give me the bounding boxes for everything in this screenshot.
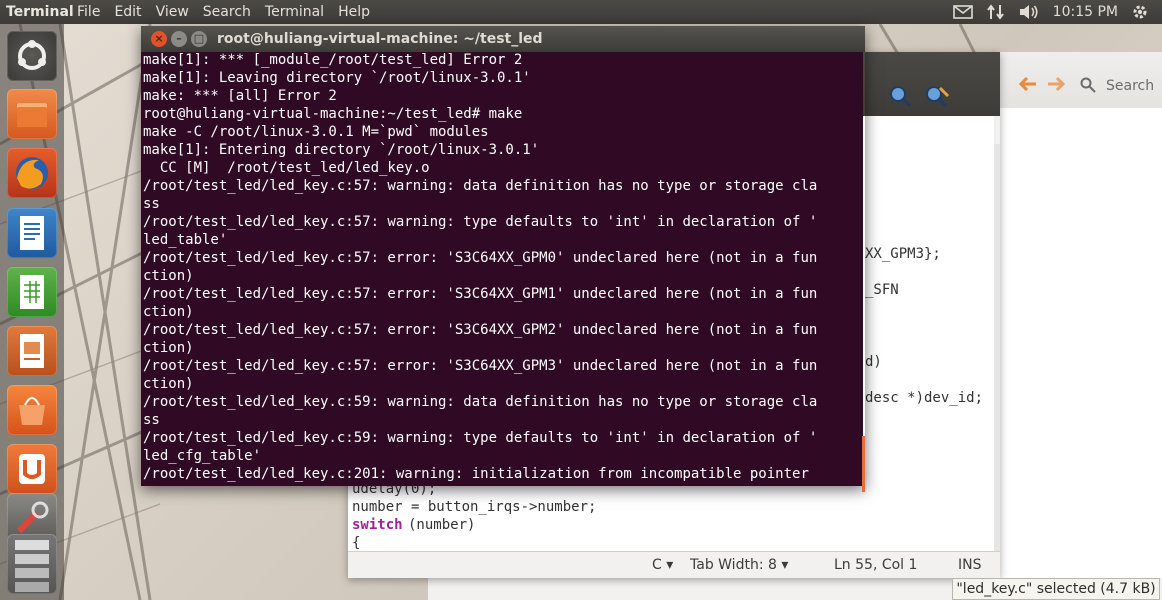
terminal-line: ction) [143,268,194,284]
terminal-scrollbar[interactable] [862,436,865,492]
menu-file[interactable]: File [70,0,107,24]
network-arrows-icon[interactable] [986,4,1005,20]
code-line: { [352,535,361,551]
volume-icon[interactable] [1019,4,1039,20]
code-line: desc *)dev_id; [865,390,984,406]
terminal-line: led_table' [143,232,228,248]
editor-scrollbar[interactable] [994,144,1000,552]
ubuntu-one-icon[interactable] [7,444,57,494]
terminal-line: CC [M] /root/test_led/led_key.o [143,160,430,176]
code-line: (number) [408,517,476,533]
terminal-line: ction) [143,376,194,392]
app-title: Terminal [6,4,74,20]
software-center-icon[interactable] [7,385,57,435]
code-line: number = button_irqs->number; [352,499,597,515]
top-panel: Terminal File Edit View Search Terminal … [0,0,1162,24]
launcher [0,24,64,600]
terminal-line: make[1]: Entering directory `/root/linux… [143,142,540,158]
terminal-line: /root/test_led/led_key.c:57: warning: da… [143,178,818,194]
language-label: C [652,557,662,573]
clock[interactable]: 10:15 PM [1053,0,1118,24]
keyword-switch: switch [352,517,403,533]
terminal-line: make[1]: *** [_module_/root/test_led] Er… [143,52,523,68]
mail-icon[interactable] [952,5,973,19]
workspaces-icon[interactable] [7,534,57,594]
file-manager-content [1000,108,1162,578]
terminal-line: /root/test_led/led_key.c:59: warning: ty… [143,430,818,446]
terminal-line: ction) [143,340,194,356]
find-icon[interactable] [888,84,912,112]
search-icon[interactable] [1080,77,1096,97]
menu-terminal[interactable]: Terminal [258,0,331,24]
terminal-line: /root/test_led/led_key.c:201: warning: i… [143,466,809,482]
terminal-line: ss [143,412,160,428]
menu-view[interactable]: View [149,0,196,24]
impress-icon[interactable] [7,326,57,376]
ubuntu-dash-icon[interactable] [7,31,57,81]
terminal-title: root@huliang-virtual-machine: ~/test_led [217,31,543,47]
selection-status-tooltip: "led_key.c" selected (4.7 kB) [952,578,1160,600]
find-replace-icon[interactable] [924,84,950,112]
terminal-line: make: *** [all] Error 2 [143,88,337,104]
gear-icon[interactable] [1132,4,1148,20]
close-icon[interactable]: × [151,31,167,47]
maximize-icon[interactable]: □ [191,31,207,47]
editor-statusbar: C ▾ Tab Width: 8 ▾ Ln 55, Col 1 INS [348,551,1000,578]
terminal-line: make -C /root/linux-3.0.1 M=`pwd` module… [143,124,489,140]
menu-help[interactable]: Help [331,0,377,24]
tab-width-selector[interactable]: Tab Width: 8 ▾ [690,552,788,578]
forward-arrow-icon[interactable] [1046,76,1066,96]
calc-icon[interactable] [7,267,57,317]
language-selector[interactable]: C ▾ [652,552,673,578]
terminal-line: /root/test_led/led_key.c:57: warning: ty… [143,214,818,230]
code-line: d) [865,354,882,370]
terminal-line: led_cfg_table' [143,448,262,464]
file-manager-toolbar: Search [1000,52,1162,109]
writer-icon[interactable] [7,208,57,258]
terminal-titlebar[interactable]: × – □ root@huliang-virtual-machine: ~/te… [141,26,865,52]
menu-search[interactable]: Search [196,0,258,24]
terminal-line: ction) [143,304,194,320]
menu-bar: File Edit View Search Terminal Help [70,0,377,24]
search-label[interactable]: Search [1106,78,1154,94]
tab-width-label: Tab Width: 8 [690,557,777,573]
terminal-line: root@huliang-virtual-machine:~/test_led#… [143,106,523,122]
back-arrow-icon[interactable] [1018,76,1038,96]
files-icon[interactable] [7,89,57,139]
terminal-line: /root/test_led/led_key.c:59: warning: da… [143,394,818,410]
terminal-line: make[1]: Leaving directory `/root/linux-… [143,70,531,86]
firefox-icon[interactable] [7,148,57,198]
terminal-line: /root/test_led/led_key.c:57: error: 'S3C… [143,250,818,266]
terminal-line: ss [143,196,160,212]
minimize-icon[interactable]: – [171,31,187,47]
code-line: XX_GPM3}; [865,246,941,262]
indicator-area: 10:15 PM [952,0,1148,24]
code-line: _SFN [865,282,899,298]
terminal-output[interactable]: make[1]: *** [_module_/root/test_led] Er… [141,52,863,486]
terminal-line: /root/test_led/led_key.c:57: error: 'S3C… [143,286,818,302]
menu-edit[interactable]: Edit [107,0,148,24]
cursor-position: Ln 55, Col 1 [834,557,918,573]
terminal-line: /root/test_led/led_key.c:57: error: 'S3C… [143,358,818,374]
insert-mode: INS [958,557,982,573]
terminal-window: × – □ root@huliang-virtual-machine: ~/te… [141,26,865,492]
terminal-line: /root/test_led/led_key.c:57: error: 'S3C… [143,322,818,338]
